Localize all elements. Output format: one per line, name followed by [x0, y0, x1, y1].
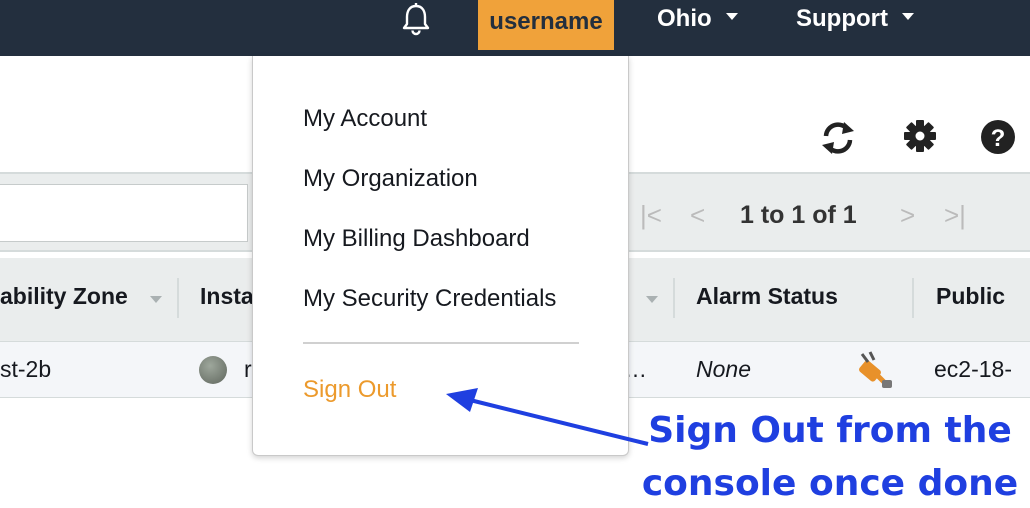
annotation-line: Sign Out from the	[648, 410, 1012, 451]
annotation-text: Sign Out from the console once done	[640, 404, 1020, 508]
console-screen: username Ohio Support ? |< < 1 to 1 of 1…	[0, 0, 1030, 508]
annotation-line: console once done	[641, 463, 1019, 504]
